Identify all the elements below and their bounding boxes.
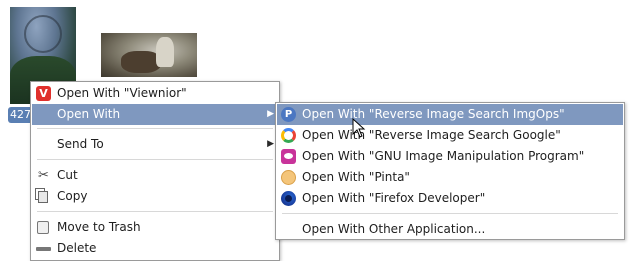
menu-item-open-with-viewnior[interactable]: V Open With "Viewnior"	[32, 83, 278, 104]
menu-separator	[37, 211, 273, 212]
trash-icon	[37, 221, 49, 234]
submenu-arrow-icon: ▶	[267, 109, 274, 119]
viewnior-icon: V	[36, 86, 51, 101]
imgops-icon: P	[281, 107, 296, 122]
image-thumbnail[interactable]	[101, 33, 197, 77]
mouse-pointer-icon	[352, 118, 366, 138]
menu-item-label: Delete	[57, 241, 97, 255]
submenu-item-label: Open With "GNU Image Manipulation Progra…	[302, 149, 585, 163]
submenu-item-label: Open With Other Application...	[302, 222, 486, 236]
submenu-item-label: Open With "Reverse Image Search ImgOps"	[302, 107, 565, 121]
menu-item-send-to[interactable]: Send To ▶	[32, 134, 278, 155]
menu-item-delete[interactable]: Delete	[32, 238, 278, 259]
submenu-item-firefox-developer[interactable]: Open With "Firefox Developer"	[277, 188, 623, 209]
menu-item-open-with[interactable]: Open With ▶	[32, 104, 278, 125]
context-menu: V Open With "Viewnior" Open With ▶ Send …	[30, 81, 280, 261]
submenu-item-label: Open With "Firefox Developer"	[302, 191, 486, 205]
menu-separator	[37, 159, 273, 160]
menu-item-move-to-trash[interactable]: Move to Trash	[32, 217, 278, 238]
submenu-item-other-application[interactable]: Open With Other Application...	[277, 219, 623, 240]
submenu-item-gimp[interactable]: Open With "GNU Image Manipulation Progra…	[277, 146, 623, 167]
menu-item-cut[interactable]: ✂ Cut	[32, 165, 278, 186]
menu-item-label: Copy	[57, 189, 88, 203]
google-icon	[281, 128, 296, 143]
cut-icon: ✂	[38, 168, 49, 183]
submenu-item-google[interactable]: Open With "Reverse Image Search Google"	[277, 125, 623, 146]
copy-icon	[38, 191, 48, 203]
rider-shape	[156, 37, 174, 67]
pinta-icon	[281, 170, 296, 185]
menu-separator	[282, 213, 618, 214]
delete-icon	[36, 247, 51, 251]
open-with-submenu: P Open With "Reverse Image Search ImgOps…	[275, 102, 625, 240]
menu-item-label: Send To	[57, 137, 104, 151]
submenu-item-imgops[interactable]: P Open With "Reverse Image Search ImgOps…	[277, 104, 623, 125]
menu-item-label: Cut	[57, 168, 78, 182]
menu-separator	[37, 128, 273, 129]
submenu-arrow-icon: ▶	[267, 139, 274, 149]
gimp-icon	[281, 149, 296, 164]
firefox-icon	[281, 191, 296, 206]
submenu-item-pinta[interactable]: Open With "Pinta"	[277, 167, 623, 188]
menu-item-label: Move to Trash	[57, 220, 141, 234]
submenu-item-label: Open With "Pinta"	[302, 170, 410, 184]
ferris-wheel-shape	[24, 15, 62, 53]
menu-item-copy[interactable]: Copy	[32, 186, 278, 207]
horse-shape	[121, 51, 161, 73]
submenu-item-label: Open With "Reverse Image Search Google"	[302, 128, 561, 142]
menu-item-label: Open With "Viewnior"	[57, 86, 187, 100]
menu-item-label: Open With	[57, 107, 121, 121]
